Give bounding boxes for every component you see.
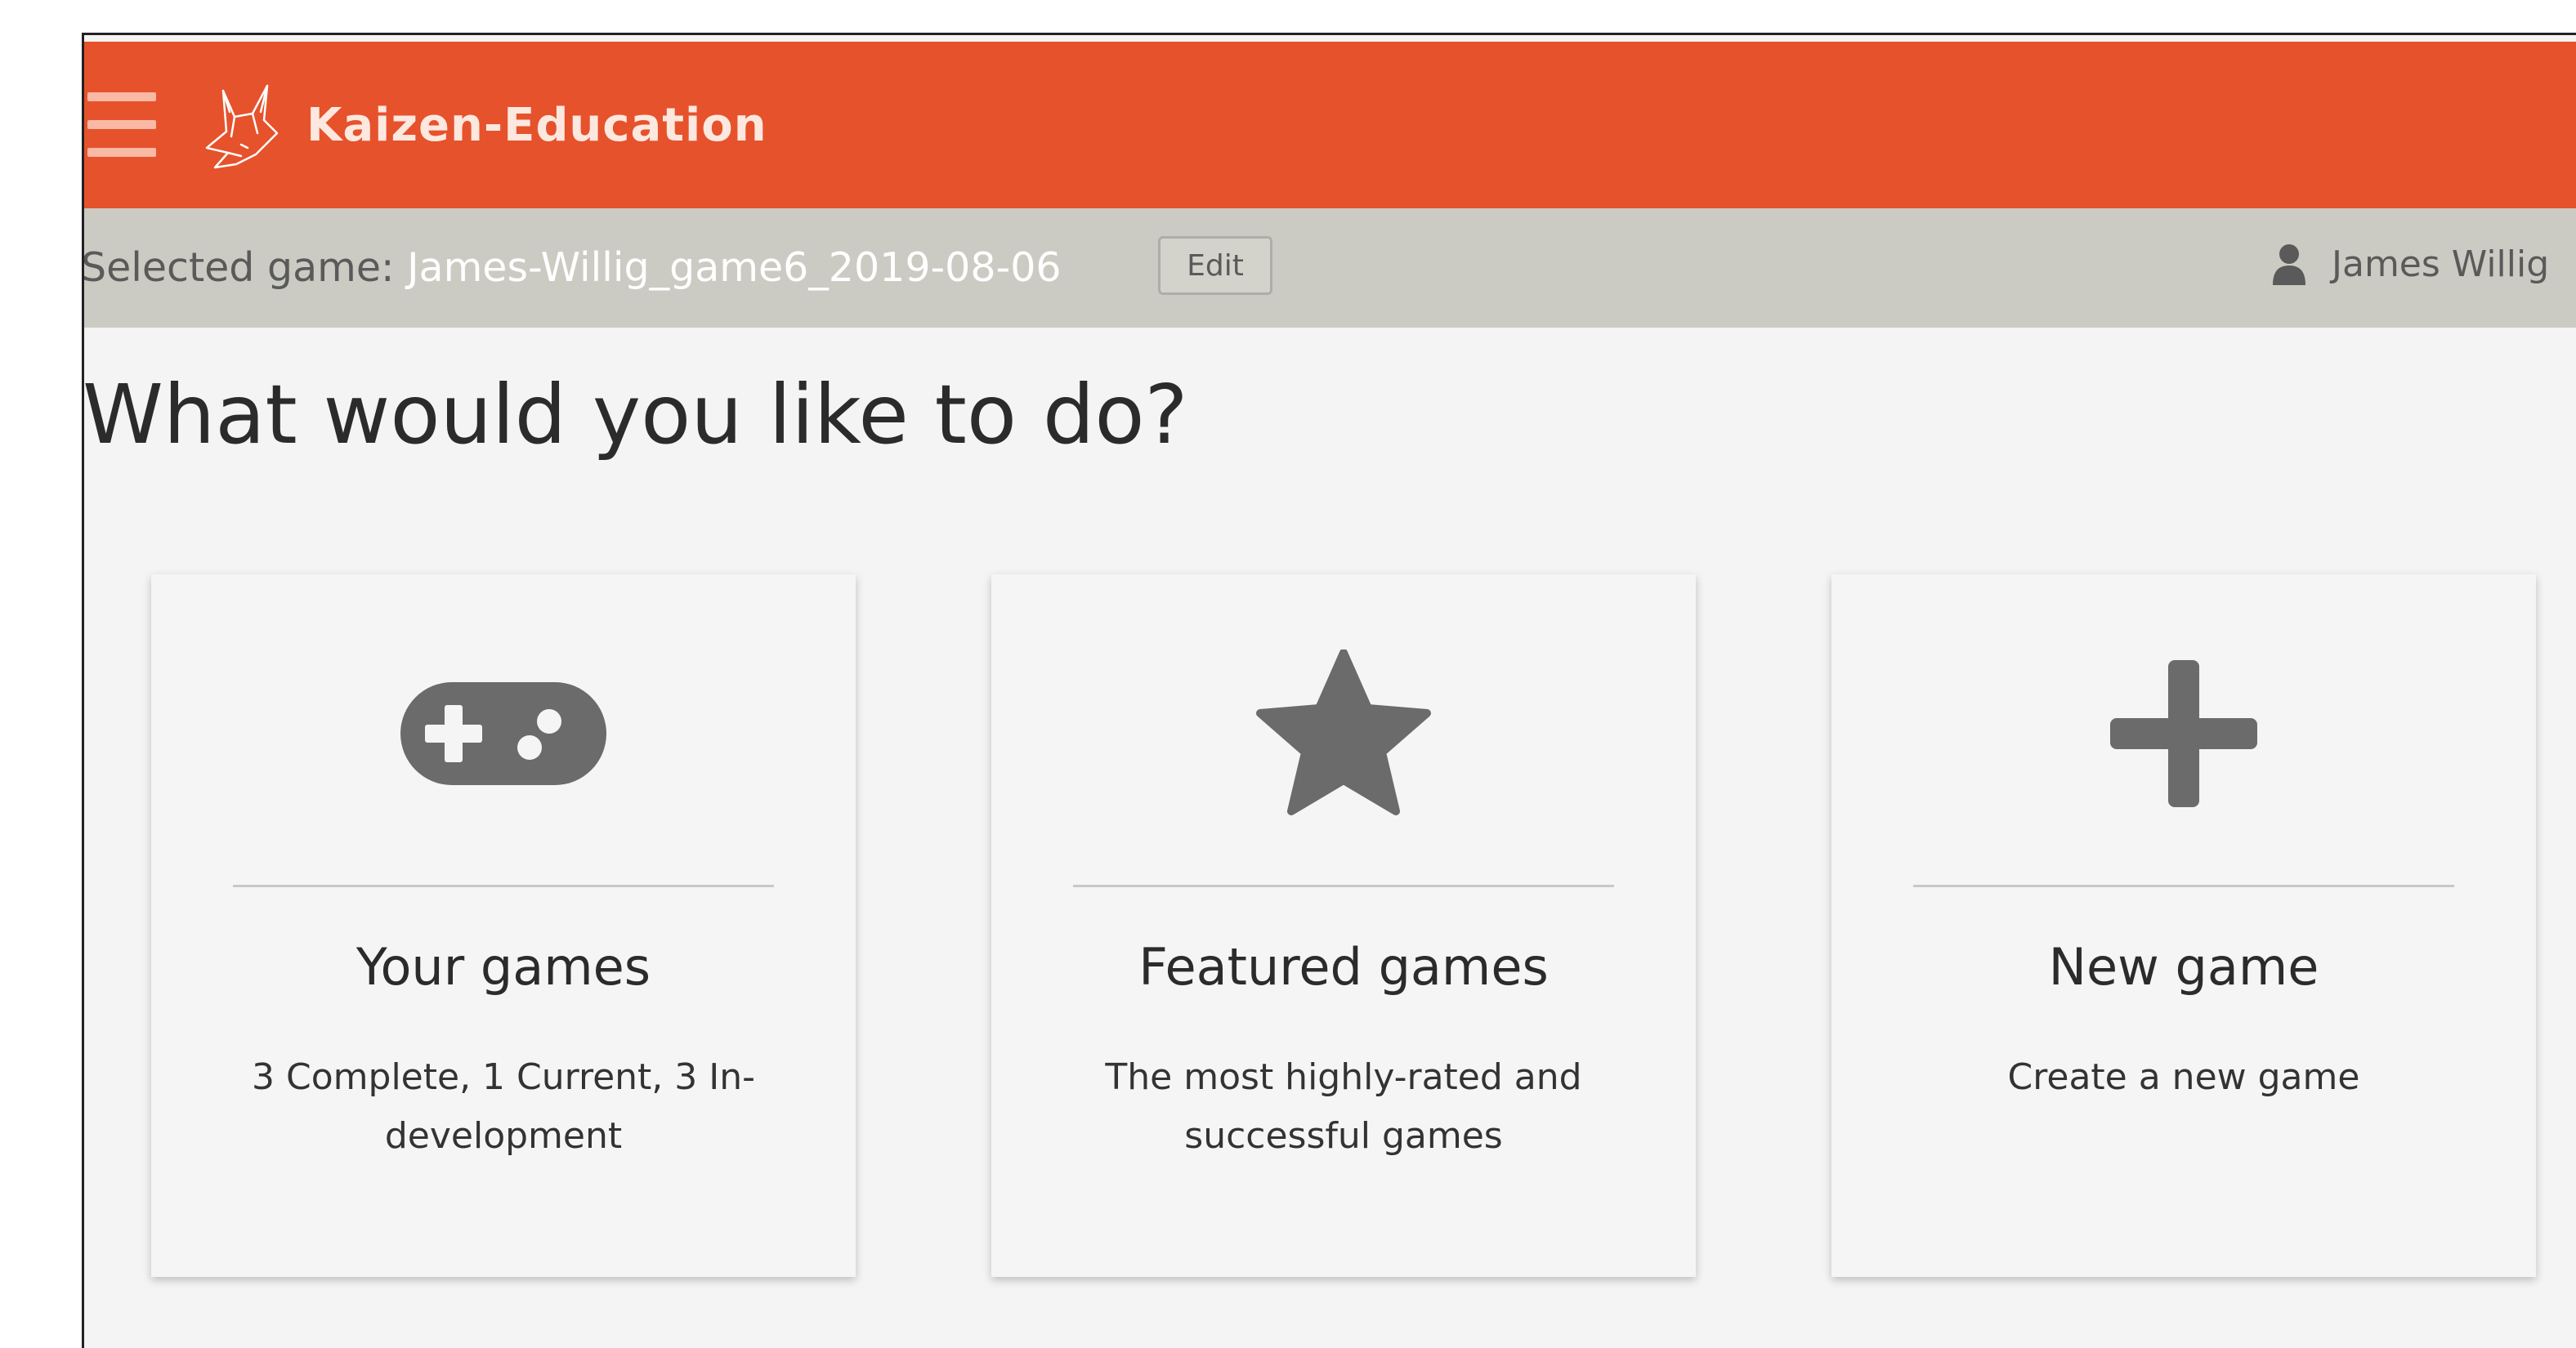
card-divider (1073, 885, 1614, 887)
user-icon (2273, 244, 2305, 285)
card-title: Your games (356, 937, 651, 997)
fox-logo-icon (205, 84, 279, 169)
app-window: Kaizen-Education Selected game: James-Wi… (82, 33, 2576, 1348)
card-description: The most highly-rated and successful gam… (1105, 1056, 1582, 1157)
selected-game-info: Selected game: James-Willig_game6_2019-0… (82, 244, 1062, 291)
card-title: New game (2048, 937, 2319, 997)
menu-icon[interactable] (87, 92, 156, 158)
card-description: 3 Complete, 1 Current, 3 In-development (252, 1056, 755, 1157)
edit-game-button[interactable]: Edit (1158, 236, 1272, 295)
selected-game-name: James-Willig_game6_2019-08-06 (407, 244, 1062, 291)
card-divider (233, 885, 774, 887)
user-menu[interactable]: James Willig (2271, 243, 2549, 285)
user-name: James Willig (2332, 243, 2550, 285)
plus-icon (2110, 660, 2257, 807)
gamepad-icon (400, 682, 606, 785)
page-title: What would you like to do? (83, 367, 1188, 462)
card-divider (1913, 885, 2454, 887)
brand-name[interactable]: Kaizen-Education (306, 99, 767, 152)
star-icon (1256, 649, 1431, 815)
your-games-card[interactable]: Your games 3 Complete, 1 Current, 3 In-d… (151, 574, 856, 1277)
new-game-card[interactable]: New game Create a new game (1831, 574, 2536, 1277)
top-navbar: Kaizen-Education (84, 42, 2576, 208)
selected-game-bar: Selected game: James-Willig_game6_2019-0… (84, 208, 2576, 328)
featured-games-card[interactable]: Featured games The most highly-rated and… (991, 574, 1696, 1277)
card-title: Featured games (1138, 937, 1549, 997)
card-description: Create a new game (2007, 1056, 2360, 1098)
selected-game-label: Selected game: (82, 244, 395, 291)
